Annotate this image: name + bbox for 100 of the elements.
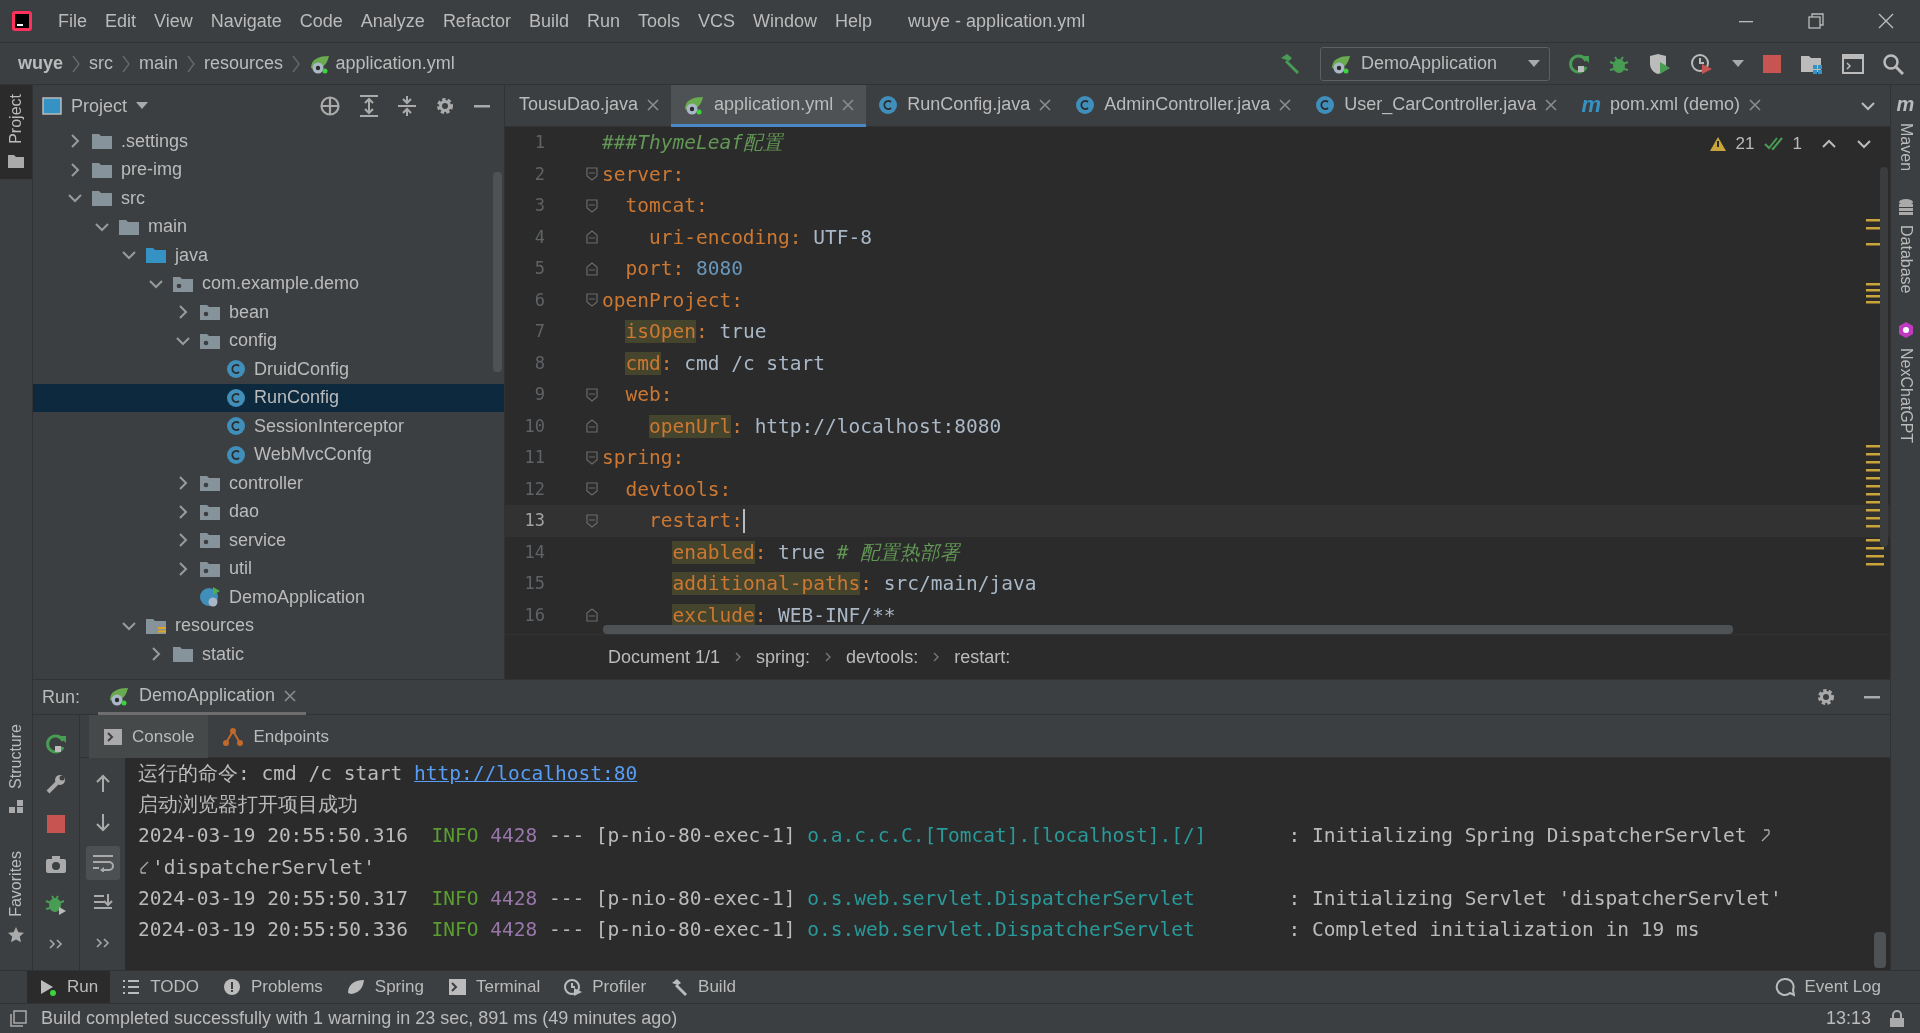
chevron-down-icon[interactable]: [1860, 100, 1876, 112]
close-icon[interactable]: [647, 98, 660, 111]
tree-item[interactable]: resources: [33, 611, 504, 640]
tree-item[interactable]: static: [33, 640, 504, 669]
scrollbar[interactable]: [1874, 932, 1886, 968]
search-icon[interactable]: [1882, 52, 1904, 75]
chevron-down-icon[interactable]: [1856, 137, 1872, 150]
scrollbar[interactable]: [603, 625, 1733, 634]
link[interactable]: http://localhost:80: [414, 761, 638, 785]
window-icon[interactable]: [1842, 53, 1864, 74]
tool-window-tab[interactable]: m Maven: [1893, 94, 1918, 172]
tree-item[interactable]: java: [33, 241, 504, 270]
caret-icon[interactable]: [1732, 59, 1744, 68]
breadcrumb-item[interactable]: wuye: [18, 50, 64, 77]
tree-item[interactable]: com.example.demo: [33, 269, 504, 298]
tool-window-button[interactable]: Terminal: [435, 970, 553, 1004]
tree-item[interactable]: dao: [33, 497, 504, 526]
menu-item[interactable]: Refactor: [433, 7, 520, 35]
close-icon[interactable]: [842, 98, 855, 111]
editor-tab[interactable]: RunConfig.java: [866, 85, 1064, 127]
fold-marker-icon[interactable]: [586, 450, 598, 465]
tool-window-tab[interactable]: NexChatGPT: [1893, 320, 1918, 443]
rerun-icon[interactable]: [1568, 52, 1590, 75]
fold-marker-icon[interactable]: [586, 419, 598, 434]
menu-item[interactable]: Code: [290, 7, 352, 35]
settings-icon[interactable]: [434, 96, 455, 116]
menu-item[interactable]: Run: [577, 7, 629, 35]
fold-marker-icon[interactable]: [586, 608, 598, 623]
breadcrumb-item[interactable]: spring:: [756, 643, 811, 671]
close-icon[interactable]: [1279, 98, 1292, 111]
fold-marker-icon[interactable]: [586, 293, 598, 308]
breadcrumb-item[interactable]: application.yml: [335, 50, 455, 77]
breadcrumb-item[interactable]: devtools:: [846, 643, 919, 671]
stop-icon[interactable]: [1762, 53, 1782, 74]
close-icon[interactable]: [1545, 98, 1558, 111]
menu-item[interactable]: VCS: [689, 7, 744, 35]
tree-item[interactable]: .settings: [33, 127, 504, 156]
breadcrumb-item[interactable]: src: [89, 50, 114, 77]
tool-window-button[interactable]: Spring: [334, 970, 436, 1004]
tool-window-tab[interactable]: Favorites: [0, 842, 32, 952]
close-icon[interactable]: [284, 689, 297, 702]
wrench-icon[interactable]: [45, 773, 67, 795]
caret-position[interactable]: 13:13: [1825, 1005, 1871, 1032]
panel-tab[interactable]: Endpoints: [208, 715, 343, 758]
breadcrumb-item[interactable]: restart:: [954, 643, 1011, 671]
tool-window-button[interactable]: Problems: [211, 970, 335, 1004]
settings-icon[interactable]: [1816, 687, 1836, 707]
run-configuration-dropdown[interactable]: DemoApplication: [1320, 46, 1550, 81]
tree-item[interactable]: bean: [33, 298, 504, 327]
tree-item[interactable]: src: [33, 184, 504, 213]
panel-title-dropdown[interactable]: Project: [42, 92, 149, 120]
fold-marker-icon[interactable]: [586, 167, 598, 182]
tool-window-button[interactable]: TODO: [110, 970, 211, 1004]
camera-icon[interactable]: [45, 854, 67, 874]
fold-marker-icon[interactable]: [586, 482, 598, 497]
more-icon[interactable]: [49, 939, 63, 949]
close-icon[interactable]: [1748, 98, 1761, 111]
lock-icon[interactable]: [1889, 1009, 1905, 1028]
panel-tab[interactable]: Console: [89, 715, 209, 758]
editor-tab[interactable]: User_CarController.java: [1303, 85, 1570, 127]
breadcrumb-item[interactable]: resources: [204, 50, 284, 77]
chevron-up-icon[interactable]: [1821, 137, 1837, 150]
shield-run-icon[interactable]: [1648, 52, 1672, 75]
tree-item[interactable]: main: [33, 212, 504, 241]
fold-marker-icon[interactable]: [586, 513, 598, 528]
menu-item[interactable]: Tools: [628, 7, 689, 35]
stop-icon[interactable]: [46, 814, 66, 834]
scrollbar[interactable]: [1880, 167, 1888, 547]
event-log-button[interactable]: Event Log: [1763, 970, 1893, 1004]
tool-window-button[interactable]: Run: [27, 970, 111, 1004]
menu-item[interactable]: Window: [744, 7, 827, 35]
tool-window-tab[interactable]: Project: [0, 85, 32, 179]
editor-tab[interactable]: application.yml: [671, 85, 867, 127]
editor-tab[interactable]: AdminController.java: [1063, 85, 1304, 127]
tree-item[interactable]: RunConfig: [33, 383, 504, 412]
breadcrumb-item[interactable]: main: [139, 50, 179, 77]
fold-marker-icon[interactable]: [586, 198, 598, 213]
restore-icon[interactable]: [1808, 13, 1824, 29]
clock-run-icon[interactable]: [1690, 52, 1714, 75]
more-icon[interactable]: [95, 937, 110, 948]
tool-window-tab[interactable]: Database: [1893, 198, 1918, 294]
menu-item[interactable]: Edit: [96, 7, 146, 35]
bug-icon[interactable]: [45, 893, 67, 915]
warning-count[interactable]: 21: [1735, 131, 1755, 157]
crosshair-icon[interactable]: [318, 95, 341, 117]
expand-all-icon[interactable]: [358, 95, 379, 117]
close-icon[interactable]: [1878, 13, 1894, 29]
tree-item[interactable]: WebMvcConfg: [33, 440, 504, 469]
menu-item[interactable]: View: [145, 7, 202, 35]
panel-toggle-icon[interactable]: [9, 1009, 27, 1028]
tree-item[interactable]: DemoApplication: [33, 583, 504, 612]
menu-item[interactable]: File: [49, 7, 96, 35]
rerun-icon[interactable]: [45, 733, 67, 755]
tool-window-button[interactable]: Build: [658, 970, 748, 1004]
menu-item[interactable]: Navigate: [201, 7, 291, 35]
close-icon[interactable]: [1039, 98, 1052, 111]
fold-marker-icon[interactable]: [586, 261, 598, 276]
tree-item[interactable]: controller: [33, 469, 504, 498]
tree-item[interactable]: util: [33, 554, 504, 583]
breadcrumb-item[interactable]: Document 1/1: [608, 643, 721, 671]
